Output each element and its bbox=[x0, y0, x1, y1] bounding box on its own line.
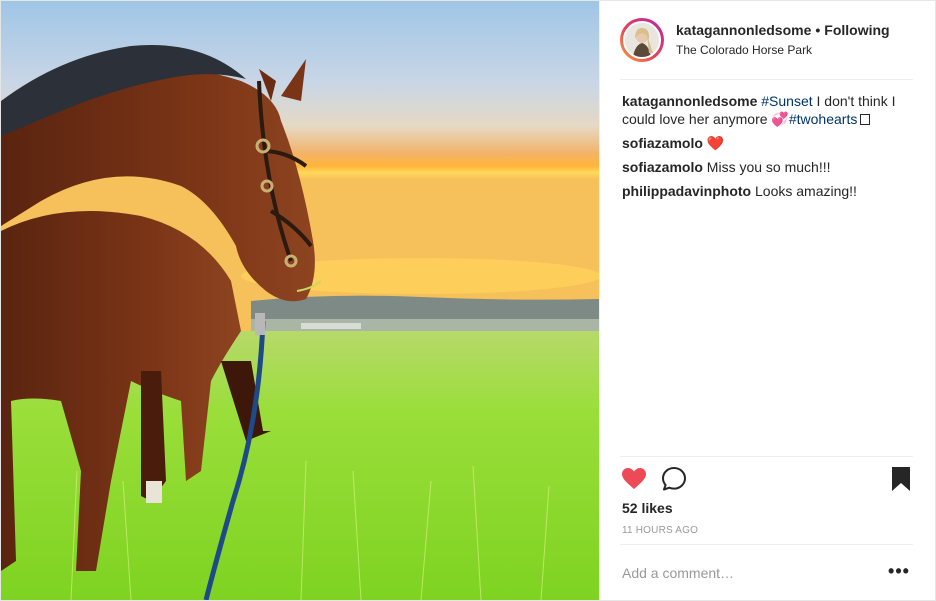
comment-username[interactable]: sofiazamolo bbox=[622, 159, 703, 175]
two-hearts-emoji: 💞 bbox=[771, 111, 789, 127]
post-header: katagannonledsome • Following The Colorado… bbox=[620, 1, 913, 80]
username-link[interactable]: katagannonledsome bbox=[676, 22, 811, 38]
following-button[interactable]: Following bbox=[824, 22, 889, 38]
header-text: katagannonledsome • Following The Colorado… bbox=[676, 22, 890, 59]
more-options-button[interactable]: ••• bbox=[887, 562, 911, 584]
list-item: sofiazamolo Miss you so much!!! bbox=[622, 158, 909, 176]
header-title-line: katagannonledsome • Following bbox=[676, 22, 890, 40]
add-comment-input[interactable] bbox=[622, 563, 862, 583]
comment-button[interactable] bbox=[660, 465, 688, 493]
action-bar bbox=[620, 456, 913, 501]
comment-username[interactable]: philippadavinphoto bbox=[622, 183, 751, 199]
heart-filled-icon bbox=[622, 468, 646, 489]
post-side-panel: katagannonledsome • Following The Colorado… bbox=[599, 1, 935, 600]
list-item: sofiazamolo ❤️ bbox=[622, 134, 909, 152]
comment-bubble-icon bbox=[662, 467, 686, 491]
comment-text: ❤️ bbox=[706, 135, 725, 151]
avatar[interactable] bbox=[623, 21, 661, 59]
bookmark-filled-icon bbox=[892, 467, 910, 491]
hashtag-twohearts[interactable]: #twohearts bbox=[789, 111, 857, 127]
comments-list: katagannonledsome #Sunset I don't think … bbox=[622, 92, 909, 206]
comment-username[interactable]: sofiazamolo bbox=[622, 135, 703, 151]
post-timestamp: 11 HOURS AGO bbox=[622, 525, 699, 536]
post-dialog: katagannonledsome • Following The Colorado… bbox=[0, 0, 936, 601]
post-photo[interactable] bbox=[1, 1, 599, 600]
story-ring[interactable] bbox=[620, 18, 664, 62]
avatar-image bbox=[625, 23, 659, 57]
caption-username[interactable]: katagannonledsome bbox=[622, 93, 757, 109]
unrendered-emoji-icon bbox=[860, 114, 871, 125]
hashtag-sunset[interactable]: #Sunset bbox=[761, 93, 812, 109]
list-item: philippadavinphoto Looks amazing!! bbox=[622, 182, 909, 200]
like-button[interactable] bbox=[620, 465, 648, 493]
likes-count[interactable]: 52 likes bbox=[622, 500, 673, 516]
caption: katagannonledsome #Sunset I don't think … bbox=[622, 92, 909, 128]
comment-text: Looks amazing!! bbox=[755, 183, 857, 199]
location-link[interactable]: The Colorado Horse Park bbox=[676, 43, 890, 58]
comment-text: Miss you so much!!! bbox=[706, 159, 831, 175]
horse-sunset-image bbox=[1, 1, 599, 600]
add-comment-section: ••• bbox=[620, 544, 913, 601]
save-button[interactable] bbox=[887, 465, 915, 493]
separator-dot: • bbox=[815, 21, 821, 38]
